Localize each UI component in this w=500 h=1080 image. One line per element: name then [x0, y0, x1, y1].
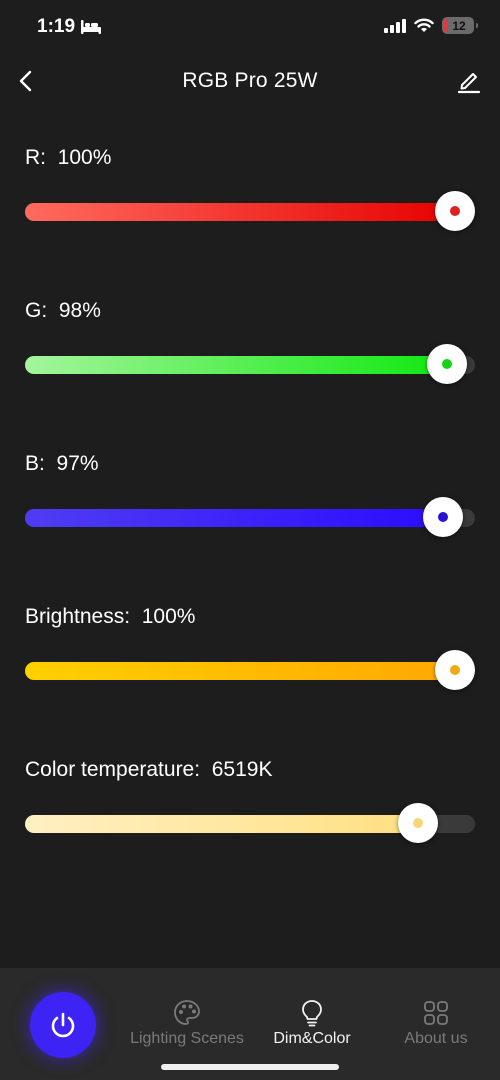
- thumb-dot: [441, 359, 452, 369]
- battery-indicator: 12: [442, 17, 478, 34]
- clock-text: 1:19: [37, 16, 76, 37]
- slider-blue: B: 97%: [0, 452, 500, 592]
- slider-thumb[interactable]: [398, 803, 439, 843]
- tab-about-us[interactable]: About us: [371, 998, 500, 1048]
- color-temperature-slider[interactable]: [25, 803, 475, 843]
- green-label: G: 98%: [25, 299, 101, 322]
- slider-red: R: 100%: [0, 146, 500, 286]
- thumb-dot: [437, 512, 448, 522]
- slider-fill: [25, 203, 459, 221]
- slider-fill: [25, 509, 447, 527]
- slider-color-temperature: Color temperature: 6519K: [0, 758, 500, 898]
- slider-thumb[interactable]: [435, 650, 475, 690]
- slider-brightness: Brightness: 100%: [0, 605, 500, 745]
- wifi-icon: [414, 18, 434, 32]
- grid-icon: [424, 1001, 448, 1025]
- cellular-signal-icon: [384, 18, 406, 33]
- thumb-dot: [450, 206, 460, 216]
- color-temperature-label: Color temperature: 6519K: [25, 758, 273, 781]
- slider-fill: [25, 815, 423, 833]
- slider-fill: [25, 662, 459, 680]
- lightbulb-icon: [302, 1000, 322, 1027]
- battery-cap: [476, 23, 478, 28]
- battery-level: 12: [452, 18, 466, 33]
- tab-label: Dim&Color: [273, 1030, 351, 1047]
- brightness-label: Brightness: 100%: [25, 605, 196, 628]
- green-slider[interactable]: [25, 344, 475, 384]
- thumb-dot: [450, 665, 460, 675]
- red-slider[interactable]: [25, 191, 475, 231]
- slider-green: G: 98%: [0, 299, 500, 439]
- tab-label: Lighting Scenes: [130, 1030, 244, 1047]
- tab-dim-color[interactable]: Dim&Color: [247, 998, 377, 1048]
- power-button[interactable]: [30, 992, 96, 1058]
- page-title: RGB Pro 25W: [182, 69, 318, 92]
- slider-thumb[interactable]: [435, 191, 475, 231]
- palette-icon: [174, 1000, 200, 1025]
- home-indicator: [161, 1064, 339, 1070]
- tab-label: About us: [404, 1030, 468, 1047]
- nav-header: RGB Pro 25W: [0, 56, 500, 106]
- status-indicators: 12: [384, 17, 478, 34]
- slider-fill: [25, 356, 451, 374]
- power-icon: [51, 1012, 75, 1038]
- blue-slider[interactable]: [25, 497, 475, 537]
- bed-icon: [81, 20, 102, 34]
- status-bar: 1:19 12: [0, 0, 500, 56]
- status-time: 1:19: [37, 16, 102, 38]
- thumb-dot: [413, 818, 424, 828]
- slider-thumb[interactable]: [426, 344, 467, 384]
- pencil-icon: [457, 73, 481, 94]
- edit-button[interactable]: [456, 66, 482, 94]
- slider-thumb[interactable]: [422, 497, 463, 537]
- red-label: R: 100%: [25, 146, 112, 169]
- tab-lighting-scenes[interactable]: Lighting Scenes: [122, 998, 252, 1048]
- bottom-nav: Lighting Scenes Dim&Color About us: [0, 968, 500, 1080]
- blue-label: B: 97%: [25, 452, 99, 475]
- brightness-slider[interactable]: [25, 650, 475, 690]
